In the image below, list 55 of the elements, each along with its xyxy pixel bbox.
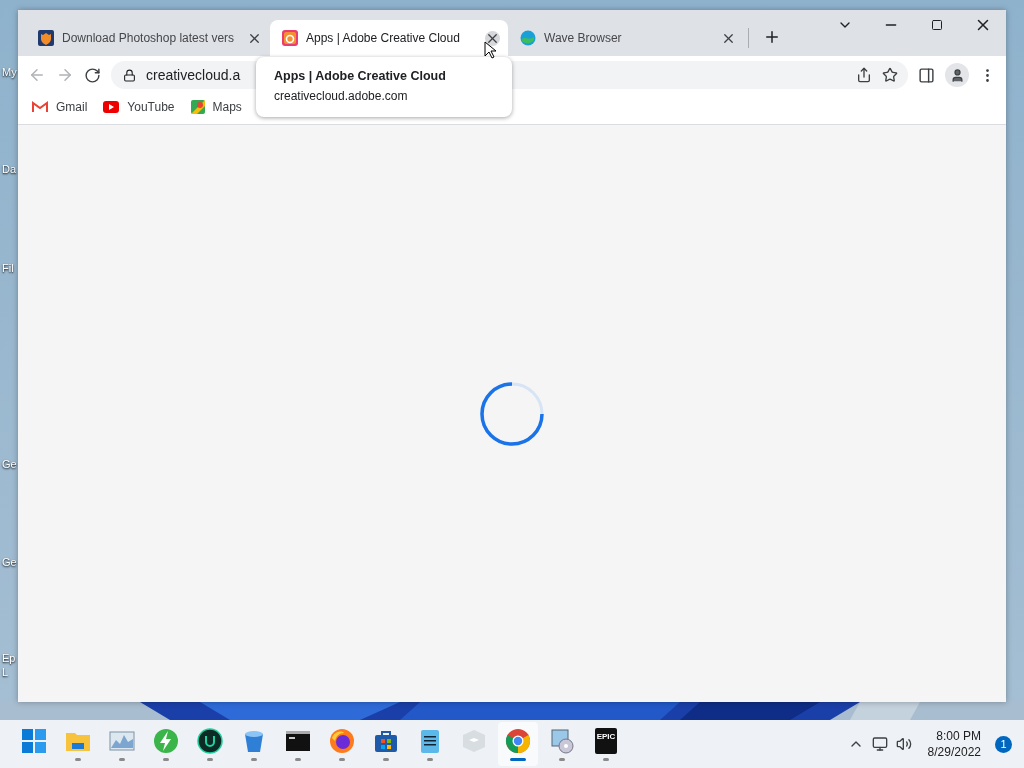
lightning-icon [153, 727, 179, 754]
running-indicator [603, 757, 609, 761]
browser-tab[interactable]: Wave Browser [508, 20, 744, 56]
epic-logo-icon: EPIC [595, 727, 617, 754]
clock-time[interactable]: 8:00 PM [936, 729, 981, 743]
share-icon[interactable] [856, 67, 872, 83]
profile-button[interactable] [945, 63, 969, 87]
running-indicator [339, 757, 345, 761]
globe-icon [520, 30, 536, 46]
star-icon[interactable] [882, 67, 898, 83]
fox-shield-icon [38, 30, 54, 46]
bookmark-link[interactable]: Maps [190, 100, 242, 114]
tab-title: Wave Browser [544, 31, 623, 45]
running-indicator [75, 757, 81, 761]
running-indicator [383, 757, 389, 761]
monitor-icon[interactable] [871, 736, 888, 752]
running-indicator [207, 757, 213, 761]
reload-button[interactable] [84, 66, 101, 84]
person-icon [949, 67, 965, 83]
cube-icon [461, 727, 487, 754]
speaker-icon[interactable] [895, 736, 912, 752]
new-tab-button[interactable] [763, 28, 781, 46]
mail-icon [32, 101, 48, 113]
notification-badge[interactable]: 1 [995, 735, 1012, 753]
running-indicator [559, 757, 565, 761]
windows-icon [21, 727, 47, 754]
loading-spinner [479, 380, 545, 447]
browser-tab[interactable]: Download Photoshop latest vers [26, 20, 270, 56]
u-logo-icon [197, 727, 223, 754]
running-indicator [119, 757, 125, 761]
tab-title: Apps | Adobe Creative Cloud [306, 31, 461, 45]
close-icon[interactable] [485, 30, 500, 46]
bookmark-link[interactable]: Gmail [32, 100, 88, 114]
map-pin-icon [190, 100, 205, 114]
fox-globe-icon [329, 727, 355, 754]
taskbar-app[interactable]: EPIC [586, 722, 626, 766]
side-panel-icon[interactable] [918, 66, 935, 84]
tooltip-url: creativecloud.adobe.com [274, 89, 409, 103]
installer-disc-icon [549, 727, 575, 754]
running-indicator [251, 757, 257, 761]
clock-date[interactable]: 8/29/2022 [927, 745, 981, 759]
running-indicator [163, 757, 169, 761]
lock-icon [123, 68, 136, 82]
play-icon [103, 101, 120, 113]
creative-cloud-icon [282, 30, 298, 46]
url-text: creativecloud.a [146, 67, 241, 83]
browser-tab[interactable]: Apps | Adobe Creative Cloud [270, 20, 508, 56]
maximize-icon[interactable] [931, 19, 943, 31]
chrome-icon [505, 727, 531, 754]
running-indicator [427, 757, 433, 761]
running-indicator [295, 757, 301, 761]
tooltip-title: Apps | Adobe Creative Cloud [274, 69, 447, 83]
tab-title: Download Photoshop latest vers [62, 31, 236, 45]
running-indicator [510, 757, 526, 761]
bookmark-link[interactable]: YouTube [103, 100, 175, 114]
